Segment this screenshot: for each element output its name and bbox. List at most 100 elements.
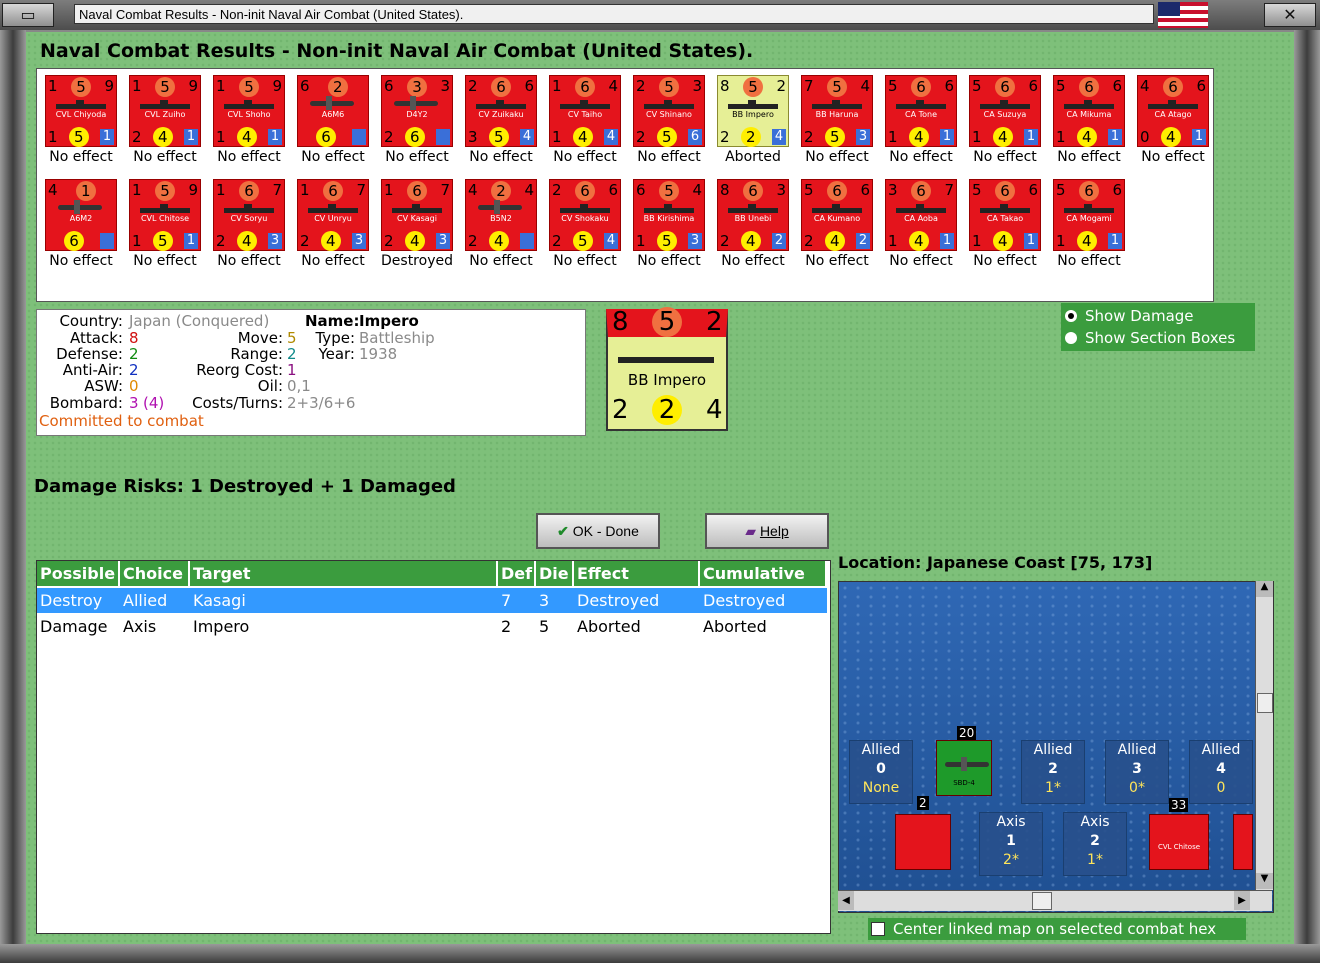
ship-icon <box>224 100 274 109</box>
chitose-name: CVL Chitose <box>1157 843 1201 851</box>
counter-name: CA Tone <box>904 110 937 119</box>
help-button[interactable]: ▰ Help <box>705 513 829 549</box>
radio-icon[interactable] <box>1065 331 1077 344</box>
counter-result: Aborted <box>725 149 781 165</box>
counter-bottom-value: 2 <box>468 232 478 250</box>
unit-counter[interactable]: 6 5 4 BB Kirishima 1 5 3 <box>633 179 705 251</box>
counter-bottom-value: 6 <box>316 127 336 147</box>
counter-name: CA Takao <box>986 214 1024 223</box>
allied-box-3[interactable]: Allied 3 0* <box>1105 740 1169 804</box>
counter-bottom-values: 242 <box>804 231 870 251</box>
col-def[interactable]: Def <box>498 561 536 586</box>
axis-box-1[interactable]: Axis 1 2* <box>979 812 1043 876</box>
unit-counter[interactable]: 5 6 6 CA Kumano 2 4 2 <box>801 179 873 251</box>
unit-counter[interactable]: 4 6 6 CA Atago 0 4 1 <box>1137 75 1209 147</box>
scroll-down-icon[interactable]: ▼ <box>1256 873 1273 889</box>
counter-bottom-value: 1 <box>1107 129 1122 145</box>
col-possible[interactable]: Possible <box>37 561 120 586</box>
unit-counter[interactable]: 3 6 7 CA Aoba 1 4 1 <box>885 179 957 251</box>
unit-counter[interactable]: 7 5 4 BB Haruna 2 5 3 <box>801 75 873 147</box>
scroll-left-icon[interactable]: ◀ <box>838 891 854 910</box>
unit-counter[interactable]: 1 5 9 CVL Zuiho 2 4 1 <box>129 75 201 147</box>
unit-counter[interactable]: 5 6 6 CA Mikuma 1 4 1 <box>1053 75 1125 147</box>
unit-counter[interactable]: 2 6 6 CV Zuikaku 3 5 4 <box>465 75 537 147</box>
close-button[interactable]: ✕ <box>1264 3 1316 27</box>
unit-counter[interactable]: 8 5 2 BB Impero 2 2 4 <box>717 75 789 147</box>
counter-bottom-value: 1 <box>132 232 142 250</box>
counter-top-values: 266 <box>468 77 534 97</box>
counter-name: BB Unebi <box>734 214 772 223</box>
table-row[interactable]: Destroy Allied Kasagi 7 3 Destroyed Dest… <box>37 588 827 613</box>
map-horizontal-scrollbar[interactable]: ◀ ▶ <box>838 890 1272 911</box>
unit-counter[interactable]: 6 3 3 D4Y2 2 6 <box>381 75 453 147</box>
show-section-label: Show Section Boxes <box>1085 329 1236 347</box>
ok-done-button[interactable]: ✔ OK - Done <box>536 513 660 549</box>
minimize-button[interactable]: ▭ <box>2 3 54 27</box>
counter-bottom-value: 2 <box>804 232 814 250</box>
counter-bottom-value: 3 <box>468 128 478 146</box>
scroll-right-icon[interactable]: ▶ <box>1234 891 1250 910</box>
counter-bottom-value: 1 <box>1056 128 1066 146</box>
counter-result: No effect <box>889 149 953 165</box>
unit-counter[interactable]: 5 6 6 CA Takao 1 4 1 <box>969 179 1041 251</box>
col-choice[interactable]: Choice <box>120 561 190 586</box>
combat-map[interactable]: Allied 0 None SBD-4 20 2 Allied 2 1* Allied 3… <box>838 581 1274 913</box>
table-row[interactable]: Damage Axis Impero 2 5 Aborted Aborted <box>37 614 827 639</box>
unit-counter[interactable]: 5 6 6 CA Mogami 1 4 1 <box>1053 179 1125 251</box>
unit-counter[interactable]: 5 6 6 CA Tone 1 4 1 <box>885 75 957 147</box>
unit-counter[interactable]: 1 6 7 CV Kasagi 2 4 3 <box>381 179 453 251</box>
counter-top-value: 6 <box>911 77 931 97</box>
counter-result: No effect <box>973 253 1037 269</box>
counter-bottom-value: 1 <box>99 129 114 145</box>
plane-icon <box>478 200 522 214</box>
title-bar[interactable]: ▭ Naval Combat Results - Non-init Naval … <box>0 0 1320 30</box>
unit-counter[interactable]: 1 6 7 CV Soryu 2 4 3 <box>213 179 285 251</box>
counter-bottom-values: 254 <box>552 231 618 251</box>
unit-counter[interactable]: 8 6 3 BB Unebi 2 4 2 <box>717 179 789 251</box>
col-die[interactable]: Die <box>536 561 574 586</box>
axis-box-2[interactable]: Axis 2 1* <box>1063 812 1127 876</box>
unit-counter[interactable]: 4 1 A6M2 6 <box>45 179 117 251</box>
show-damage-option[interactable]: Show Damage <box>1061 305 1194 327</box>
chitose-counter[interactable]: CVL Chitose <box>1149 814 1209 870</box>
counter-bottom-value: 3 <box>351 233 366 249</box>
counter-name: A6M6 <box>321 110 345 119</box>
unit-counter[interactable]: 2 6 6 CV Shokaku 2 5 4 <box>549 179 621 251</box>
map-vertical-scrollbar[interactable]: ▲ ▼ <box>1255 581 1273 890</box>
counter-top-value: 5 <box>155 77 175 97</box>
selected-unit-counter: 8 5 2 BB Impero 2 2 4 <box>606 307 728 431</box>
allied-box-0[interactable]: Allied 0 None <box>849 740 913 804</box>
col-effect[interactable]: Effect <box>574 561 700 586</box>
counter-result: No effect <box>721 253 785 269</box>
unit-counter[interactable]: 1 5 9 CVL Shoho 1 4 1 <box>213 75 285 147</box>
col-target[interactable]: Target <box>190 561 498 586</box>
scroll-up-icon[interactable]: ▲ <box>1256 581 1273 597</box>
scroll-thumb[interactable] <box>1032 892 1052 910</box>
cell-effect: Aborted <box>577 617 641 636</box>
scroll-thumb[interactable] <box>1257 693 1273 713</box>
radio-selected-icon[interactable] <box>1065 309 1077 322</box>
unit-counter[interactable]: 1 6 4 CV Taiho 1 4 4 <box>549 75 621 147</box>
checkbox-icon[interactable] <box>871 921 885 936</box>
counter-bottom-value: 3 <box>855 129 870 145</box>
unit-counter[interactable]: 2 5 3 CV Shinano 2 5 6 <box>633 75 705 147</box>
counter-bottom-value: 6 <box>64 231 84 251</box>
col-cumulative[interactable]: Cumulative <box>700 561 827 586</box>
unit-counter[interactable]: 1 5 9 CVL Chiyoda 1 5 1 <box>45 75 117 147</box>
show-section-option[interactable]: Show Section Boxes <box>1061 327 1235 349</box>
center-linked-option[interactable]: Center linked map on selected combat hex <box>868 918 1246 940</box>
unit-counter[interactable]: 4 2 4 B5N2 2 4 <box>465 179 537 251</box>
unit-counter[interactable]: 1 5 9 CVL Chitose 1 5 1 <box>129 179 201 251</box>
counter-name: CA Mogami <box>1066 214 1112 223</box>
unit-counter[interactable]: 5 6 6 CA Suzuya 1 4 1 <box>969 75 1041 147</box>
map-unit-counter[interactable] <box>895 814 951 870</box>
unit-counter[interactable]: 1 6 7 CV Unryu 2 4 3 <box>297 179 369 251</box>
partial-counter[interactable] <box>1233 814 1253 870</box>
window-title: Naval Combat Results - Non-init Naval Ai… <box>74 4 1154 24</box>
counter-name: CV Taiho <box>567 110 603 119</box>
allied-box-2[interactable]: Allied 2 1* <box>1021 740 1085 804</box>
allied-box-4[interactable]: Allied 4 0 <box>1189 740 1253 804</box>
unit-counter[interactable]: 6 2 A6M6 6 <box>297 75 369 147</box>
sbd4-counter[interactable]: SBD-4 <box>936 740 992 796</box>
counter-bottom-value: 1 <box>888 128 898 146</box>
